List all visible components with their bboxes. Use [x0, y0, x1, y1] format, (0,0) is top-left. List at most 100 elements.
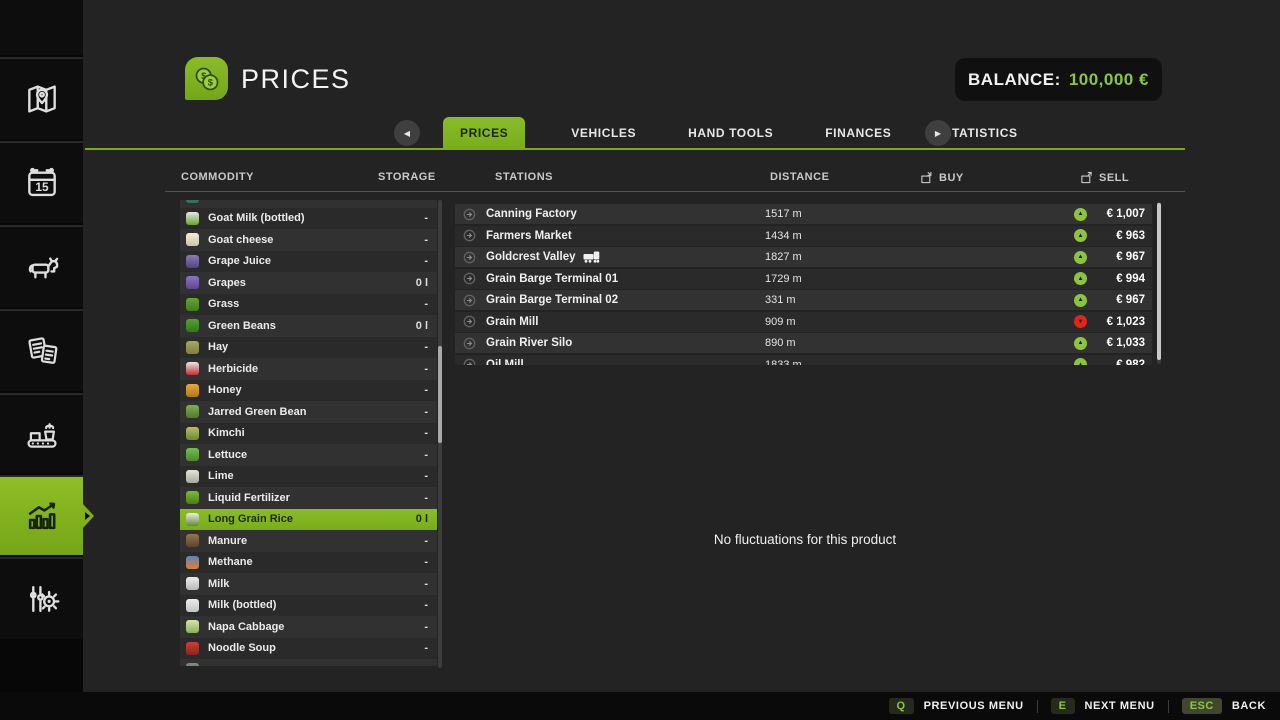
- station-hotspot-icon: [463, 272, 476, 290]
- shortcut-previous-menu[interactable]: QPREVIOUS MENU: [889, 698, 1024, 714]
- station-name: Oil Mill: [486, 355, 524, 366]
- trend-up-icon: ▲: [1074, 229, 1087, 242]
- commodity-row[interactable]: Lime-: [180, 466, 437, 488]
- tab-prev-arrow-icon[interactable]: ◀: [394, 120, 420, 146]
- commodity-scrollbar[interactable]: [438, 200, 442, 668]
- commodity-row[interactable]: Liquid Fertilizer-: [180, 487, 437, 509]
- contracts-icon: [23, 332, 61, 370]
- commodity-scrollbar-thumb[interactable]: [438, 346, 442, 443]
- commodity-row[interactable]: Milk (bottled)-: [180, 595, 437, 617]
- sidebar-item-animals[interactable]: [0, 225, 83, 307]
- station-row[interactable]: Goldcrest Valley1827 m▲€ 967: [455, 247, 1152, 267]
- commodity-row[interactable]: Jarred Green Bean-: [180, 401, 437, 423]
- station-name: Grain River Silo: [486, 333, 572, 353]
- sidebar-item-map[interactable]: [0, 57, 83, 139]
- commodity-storage: -: [424, 298, 428, 310]
- station-name: Grain Mill: [486, 312, 538, 332]
- shortcut-back[interactable]: ESCBACK: [1182, 698, 1266, 714]
- commodity-row[interactable]: Herbicide-: [180, 358, 437, 380]
- trend-up-icon: ▲: [1074, 294, 1087, 307]
- station-row[interactable]: Canning Factory1517 m▲€ 1,007: [455, 204, 1152, 224]
- commodity-icon: [186, 663, 199, 666]
- commodity-icon: [186, 577, 199, 590]
- commodity-row[interactable]: Lettuce-: [180, 444, 437, 466]
- sell-price: € 967: [1095, 294, 1145, 306]
- prices-screen: 15: [0, 0, 1280, 720]
- sidebar-item-contracts[interactable]: [0, 309, 83, 391]
- commodity-icon: [186, 513, 199, 526]
- trend-up-icon: ▲: [1074, 208, 1087, 221]
- production-icon: [23, 415, 61, 453]
- sell-price: € 1,033: [1095, 337, 1145, 349]
- commodity-row[interactable]: Noodle Soup-: [180, 638, 437, 660]
- station-row[interactable]: Grain Barge Terminal 02 331 m ▲ € 967: [455, 290, 1152, 310]
- commodity-list: Goat Milk (bottled)-Goat cheese-Grape Ju…: [180, 200, 437, 666]
- no-fluctuations-message: No fluctuations for this product: [455, 532, 1155, 547]
- trend-up-icon: ▲: [1074, 337, 1087, 350]
- commodity-row-partial[interactable]: [180, 659, 437, 666]
- commodity-icon: [186, 448, 199, 461]
- commodity-row[interactable]: Green Beans0 l: [180, 315, 437, 337]
- commodity-label: Liquid Fertilizer: [208, 492, 290, 504]
- shortcut-label: PREVIOUS MENU: [924, 700, 1024, 712]
- station-distance: 1833 m: [765, 355, 802, 366]
- station-distance: 1827 m: [765, 247, 802, 267]
- footer-separator: [1168, 700, 1169, 713]
- sidebar-item-settings[interactable]: [0, 557, 83, 639]
- commodity-row[interactable]: Long Grain Rice0 l: [180, 509, 437, 531]
- tab-finances[interactable]: FINANCES: [819, 117, 897, 149]
- shortcut-next-menu[interactable]: ENEXT MENU: [1051, 698, 1155, 714]
- column-distance: DISTANCE: [770, 171, 829, 183]
- commodity-row[interactable]: Hay-: [180, 337, 437, 359]
- commodity-row[interactable]: Napa Cabbage-: [180, 616, 437, 638]
- station-scrollbar[interactable]: [1157, 202, 1161, 364]
- station-distance: 331 m: [765, 290, 796, 310]
- station-name: Grain Barge Terminal 01: [486, 269, 618, 289]
- commodity-row[interactable]: Kimchi-: [180, 423, 437, 445]
- commodity-icon: [186, 491, 199, 504]
- commodity-row[interactable]: Goat cheese-: [180, 229, 437, 251]
- commodity-storage: -: [424, 535, 428, 547]
- station-distance: 1434 m: [765, 226, 802, 246]
- station-scrollbar-thumb[interactable]: [1157, 203, 1161, 360]
- commodity-row[interactable]: Grape Juice-: [180, 251, 437, 273]
- commodity-row[interactable]: Grass-: [180, 294, 437, 316]
- tab-next-arrow-icon[interactable]: ▶: [925, 120, 951, 146]
- station-hotspot-icon: [463, 251, 476, 269]
- commodity-storage: -: [424, 599, 428, 611]
- commodity-icon: [186, 470, 199, 483]
- balance-value: 100,000 €: [1069, 70, 1149, 90]
- station-row[interactable]: Grain Barge Terminal 011729 m▲€ 994: [455, 269, 1152, 289]
- commodity-row[interactable]: Goat Milk (bottled)-: [180, 208, 437, 230]
- commodity-row[interactable]: Grapes0 l: [180, 272, 437, 294]
- sidebar-item-statistics[interactable]: [0, 475, 83, 555]
- commodity-row[interactable]: Milk-: [180, 573, 437, 595]
- station-hotspot-icon: [463, 358, 476, 365]
- tab-hand-tools[interactable]: HAND TOOLS: [682, 117, 779, 149]
- station-row[interactable]: Grain Mill909 m▼€ 1,023: [455, 312, 1152, 332]
- trend-up-icon: ▲: [1074, 358, 1087, 365]
- commodity-row[interactable]: Honey-: [180, 380, 437, 402]
- station-distance: 1729 m: [765, 269, 802, 289]
- station-hotspot-icon: [463, 208, 476, 226]
- commodity-row[interactable]: Manure-: [180, 530, 437, 552]
- commodity-label: Herbicide: [208, 363, 258, 375]
- sidebar-item-calendar[interactable]: 15: [0, 141, 83, 223]
- commodity-label: Jarred Green Bean: [208, 406, 306, 418]
- station-hotspot-icon: [463, 294, 476, 312]
- commodity-label: Lime: [208, 470, 234, 482]
- station-row[interactable]: Farmers Market1434 m▲€ 963: [455, 226, 1152, 246]
- commodity-row[interactable]: Methane-: [180, 552, 437, 574]
- commodity-row-partial[interactable]: [180, 200, 437, 208]
- tab-vehicles[interactable]: VEHICLES: [565, 117, 642, 149]
- sidebar-item-production[interactable]: [0, 393, 83, 473]
- tab-prices[interactable]: PRICES: [443, 117, 525, 149]
- buy-icon: [920, 171, 933, 184]
- station-row[interactable]: Grain River Silo890 m▲€ 1,033: [455, 333, 1152, 353]
- tab-underline: [85, 148, 1185, 150]
- station-name: Grain Barge Terminal 02: [486, 290, 618, 310]
- selected-notch-arrow-icon: [85, 512, 90, 520]
- station-row[interactable]: Oil Mill1833 m▲€ 982: [455, 355, 1152, 366]
- key-badge: E: [1051, 698, 1075, 714]
- commodity-label: Methane: [208, 556, 253, 568]
